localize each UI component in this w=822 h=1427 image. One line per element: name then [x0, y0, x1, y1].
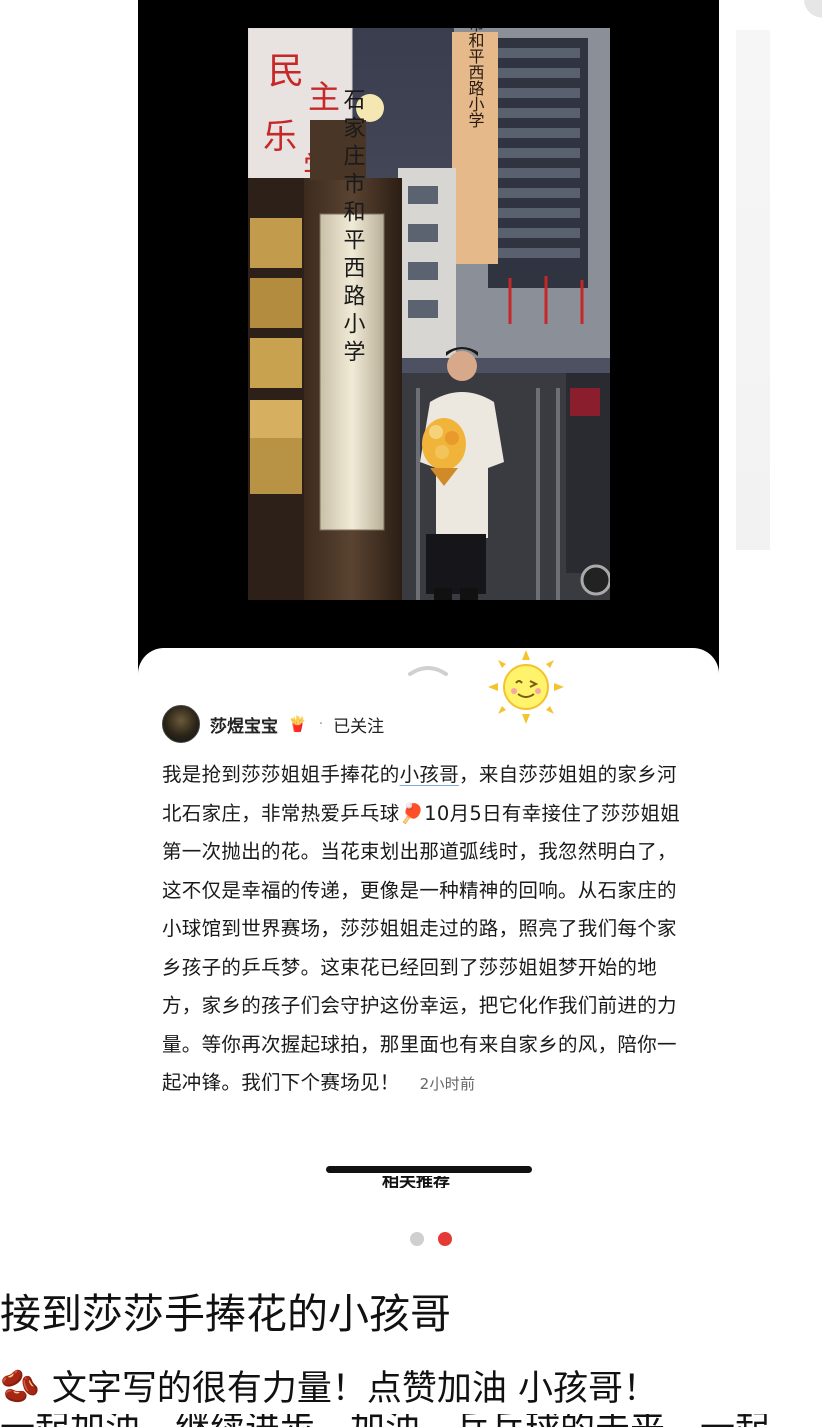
- comment-row: 🫘 文字写的很有力量！点赞加油 小孩哥！: [0, 1360, 658, 1411]
- post-body: 我是抢到莎莎姐姐手捧花的小孩哥，来自莎莎姐姐的家乡河北石家庄，非常热爱乒乓球🏓1…: [162, 756, 690, 1104]
- fries-badge-icon: 🍟: [288, 715, 307, 733]
- corner-avatar: [804, 0, 822, 18]
- separator-dot: ·: [318, 716, 324, 732]
- sun-sticker-icon: [488, 650, 564, 724]
- building-sign-text: 石家庄市和平西路小学: [466, 28, 485, 128]
- follow-status-button[interactable]: 已关注: [333, 712, 384, 737]
- author-name[interactable]: 莎煜宝宝: [210, 712, 278, 737]
- svg-text:主: 主: [308, 78, 340, 116]
- headline: 接到莎莎手捧花的小孩哥: [0, 1290, 451, 1338]
- post-time: 2小时前: [419, 1075, 476, 1093]
- related-label: 相关推荐: [382, 1176, 450, 1188]
- partial-text-line: 一起加油，继续进步，加油，乒乓球的未来，一起: [0, 1414, 822, 1427]
- chevron-up-icon[interactable]: [408, 662, 448, 676]
- beans-icon: 🫘: [0, 1366, 40, 1405]
- carousel-dot-2[interactable]: [438, 1232, 452, 1246]
- svg-text:民: 民: [268, 51, 304, 92]
- post-sheet: 莎煜宝宝 🍟 · 已关注 我是抢到莎莎姐姐手捧花的小孩哥，来自莎莎姐姐的家乡河北…: [138, 648, 719, 1200]
- carousel-dots: [410, 1232, 452, 1246]
- post-screenshot: 民 主 乐 学 石家庄市和平: [138, 0, 719, 1200]
- comment-text: 文字写的很有力量！点赞加油 小孩哥！: [51, 1369, 658, 1409]
- video-scene: 民 主 乐 学 石家庄市和平: [248, 28, 610, 600]
- author-row: 莎煜宝宝 🍟 · 已关注: [162, 705, 384, 743]
- carousel-dot-1[interactable]: [410, 1232, 424, 1246]
- post-text-after: ，来自莎莎姐姐的家乡河北石家庄，非常热爱乒乓球🏓10月5日有幸接住了莎莎姐姐第一…: [162, 763, 681, 1094]
- side-fade: [736, 30, 770, 550]
- svg-text:乐: 乐: [263, 117, 297, 157]
- avatar[interactable]: [162, 705, 200, 743]
- video-frame[interactable]: 民 主 乐 学 石家庄市和平: [248, 28, 610, 600]
- highlight-link[interactable]: 小孩哥: [400, 763, 459, 786]
- home-indicator[interactable]: [326, 1166, 532, 1173]
- school-sign-text: 石家庄市和平西路小学: [340, 88, 366, 368]
- post-text-before: 我是抢到莎莎姐姐手捧花的: [162, 763, 400, 786]
